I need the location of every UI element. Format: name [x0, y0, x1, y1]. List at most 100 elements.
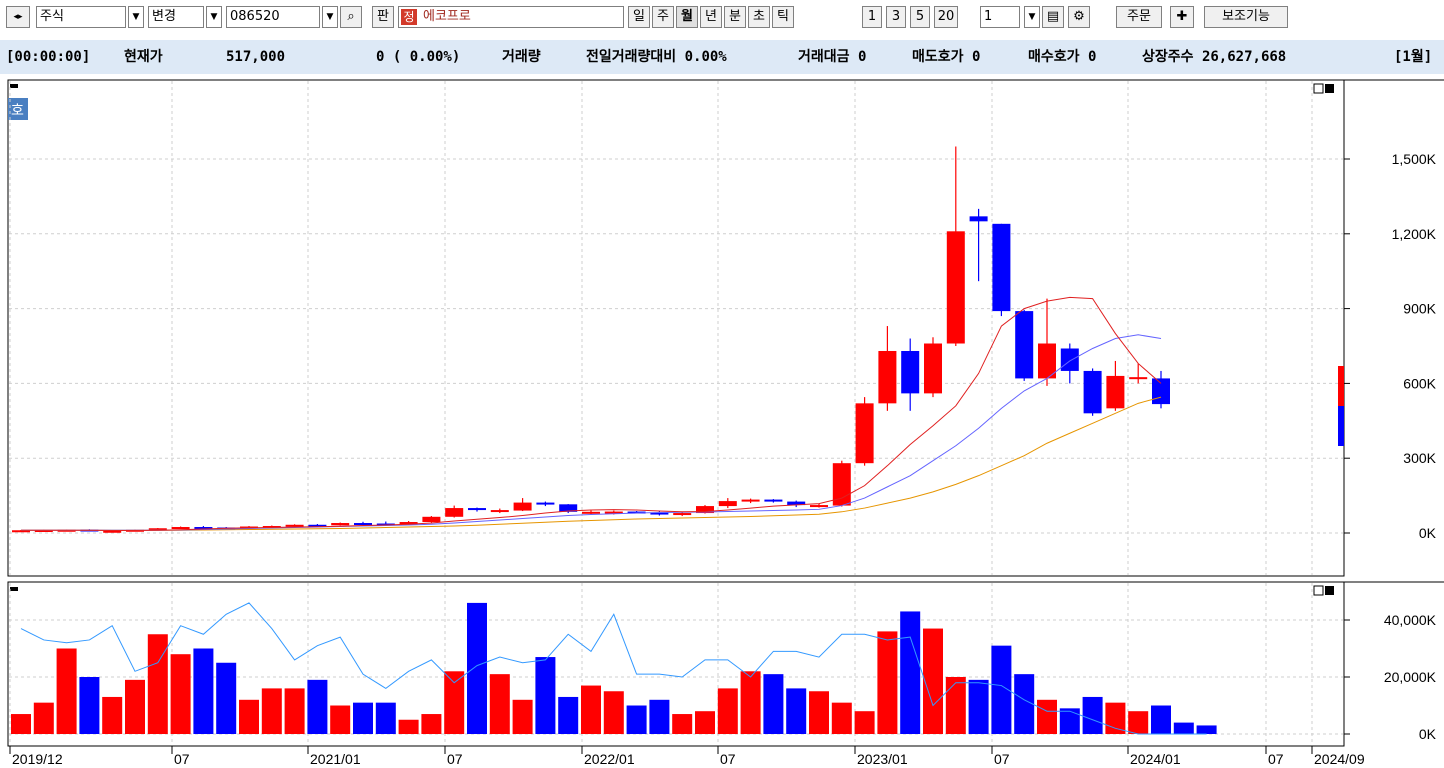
candle-body — [536, 502, 555, 505]
bid-price: 매수호가 0 — [1028, 49, 1097, 65]
volume-bar — [79, 677, 100, 734]
candle-body — [855, 403, 874, 464]
panel-handle-icon[interactable] — [10, 84, 18, 88]
count-dropdown-icon[interactable]: ▼ — [1024, 6, 1040, 28]
date-label: 2023/01 — [857, 751, 908, 767]
candle-body — [490, 510, 509, 513]
ask-price: 매도호가 0 — [912, 49, 981, 65]
date-label: 07 — [720, 751, 736, 767]
volume-bar — [1059, 708, 1080, 734]
period-button[interactable]: 분 — [724, 6, 746, 28]
period-button[interactable]: 일 — [628, 6, 650, 28]
listed-shares: 상장주수 26,627,668 — [1142, 49, 1287, 65]
candle-body — [1060, 348, 1079, 371]
candle-body — [1083, 370, 1102, 414]
date-label: 2019/12 — [12, 751, 63, 767]
candle-body — [946, 231, 965, 344]
price-axis: 1,500K 1,200K 900K 600K 300K 0K — [1344, 151, 1437, 541]
candle-body — [103, 530, 122, 533]
candle-body — [810, 505, 828, 508]
volume-bar — [330, 705, 351, 734]
close-icon[interactable] — [1325, 84, 1334, 93]
volume-bar — [900, 611, 921, 734]
range-button[interactable]: 1 — [862, 6, 882, 28]
restore-icon-vol[interactable] — [1313, 585, 1324, 596]
volume-bar — [421, 714, 442, 734]
volume-tick-label: 0K — [1419, 726, 1437, 742]
volume-bar — [1082, 696, 1103, 734]
restore-icon[interactable] — [1313, 83, 1324, 94]
candle-body — [741, 499, 760, 502]
volume-bar — [740, 671, 761, 734]
volume-bar — [33, 702, 54, 734]
volume-bar — [398, 719, 419, 734]
volume-bar — [763, 674, 784, 734]
save-icon[interactable]: ▤ — [1042, 6, 1064, 28]
date-axis: 2019/12 07 2021/01 07 2022/01 07 2023/01 07 2024… — [9, 746, 1365, 767]
candle-body — [354, 523, 372, 526]
panel-handle-icon-vol[interactable] — [10, 587, 18, 591]
stock-code-input[interactable]: 086520 — [226, 6, 320, 28]
period-indicator: [1월] — [1394, 49, 1433, 65]
period-button[interactable]: 주 — [652, 6, 674, 28]
search-icon[interactable]: ⌕ — [340, 6, 362, 28]
volume-bar — [193, 648, 214, 734]
volume-bar — [968, 679, 989, 734]
move-cross-icon[interactable]: ✚ — [1170, 6, 1194, 28]
mode-dropdown-icon[interactable]: ▼ — [206, 6, 222, 28]
period-button[interactable]: 초 — [748, 6, 770, 28]
volume-bar — [489, 674, 510, 734]
date-label: 07 — [174, 751, 190, 767]
volume-bar — [854, 711, 875, 734]
settings-gear-icon[interactable]: ⚙ — [1068, 6, 1090, 28]
date-label: 2024/01 — [1130, 751, 1181, 767]
price-tick-label: 1,200K — [1392, 226, 1437, 242]
range-button[interactable]: 3 — [886, 6, 906, 28]
range-button[interactable]: 5 — [910, 6, 930, 28]
period-button[interactable]: 월 — [676, 6, 698, 28]
volume-bar — [945, 677, 966, 734]
toolbar: ◂▸ 주식 ▼ 변경 ▼ 086520 ▼ ⌕ 판 정 에코프로 일주월년분초틱… — [0, 0, 1444, 40]
pan-button[interactable]: 판 — [372, 6, 394, 28]
stock-badge: 정 — [401, 9, 417, 25]
candle-body — [1106, 375, 1125, 409]
volume-bar — [877, 631, 898, 734]
volume-bar — [284, 688, 305, 734]
order-button[interactable]: 주문 — [1116, 6, 1162, 28]
market-dropdown-icon[interactable]: ▼ — [128, 6, 144, 28]
period-button[interactable]: 년 — [700, 6, 722, 28]
volume-bar — [56, 648, 77, 734]
volume-bar — [809, 691, 829, 734]
candle-body — [445, 508, 464, 517]
volume-bar — [672, 714, 693, 734]
volume-bar — [1105, 702, 1126, 734]
count-input[interactable]: 1 — [980, 6, 1020, 28]
volume-bar — [786, 688, 807, 734]
price-tick-label: 300K — [1403, 450, 1436, 466]
volume-bar — [1151, 705, 1171, 734]
range-button[interactable]: 20 — [934, 6, 958, 28]
price-tick-label: 0K — [1419, 525, 1437, 541]
mode-select[interactable]: 변경 — [148, 6, 204, 28]
price-label: 현재가 — [124, 49, 163, 65]
price-chart[interactable]: 호 1,500K 1,200K 900K 600K 300K 0K 40,000K 20,0… — [0, 74, 1444, 768]
aux-function-button[interactable]: 보조기능 — [1204, 6, 1288, 28]
volume-bar — [1196, 725, 1217, 734]
price-change: 0 ( 0.00%) — [376, 49, 461, 65]
market-select[interactable]: 주식 — [36, 6, 126, 28]
code-dropdown-icon[interactable]: ▼ — [322, 6, 338, 28]
date-label: 07 — [1268, 751, 1284, 767]
candle-body — [878, 350, 897, 404]
period-button[interactable]: 틱 — [772, 6, 794, 28]
current-price: 517,000 — [226, 49, 286, 65]
price-panel-frame — [7, 79, 1345, 577]
stock-name-field[interactable]: 정 에코프로 — [398, 6, 624, 28]
toggle-arrows-button[interactable]: ◂▸ — [6, 6, 30, 28]
candle-body — [718, 501, 737, 507]
stock-name: 에코프로 — [423, 9, 471, 24]
volume-axis: 40,000K 20,000K 0K — [1344, 612, 1437, 742]
volume-bar — [375, 702, 396, 734]
candle-body — [924, 343, 942, 394]
close-icon-vol[interactable] — [1325, 586, 1334, 595]
value-traded: 거래대금 0 — [798, 49, 867, 65]
